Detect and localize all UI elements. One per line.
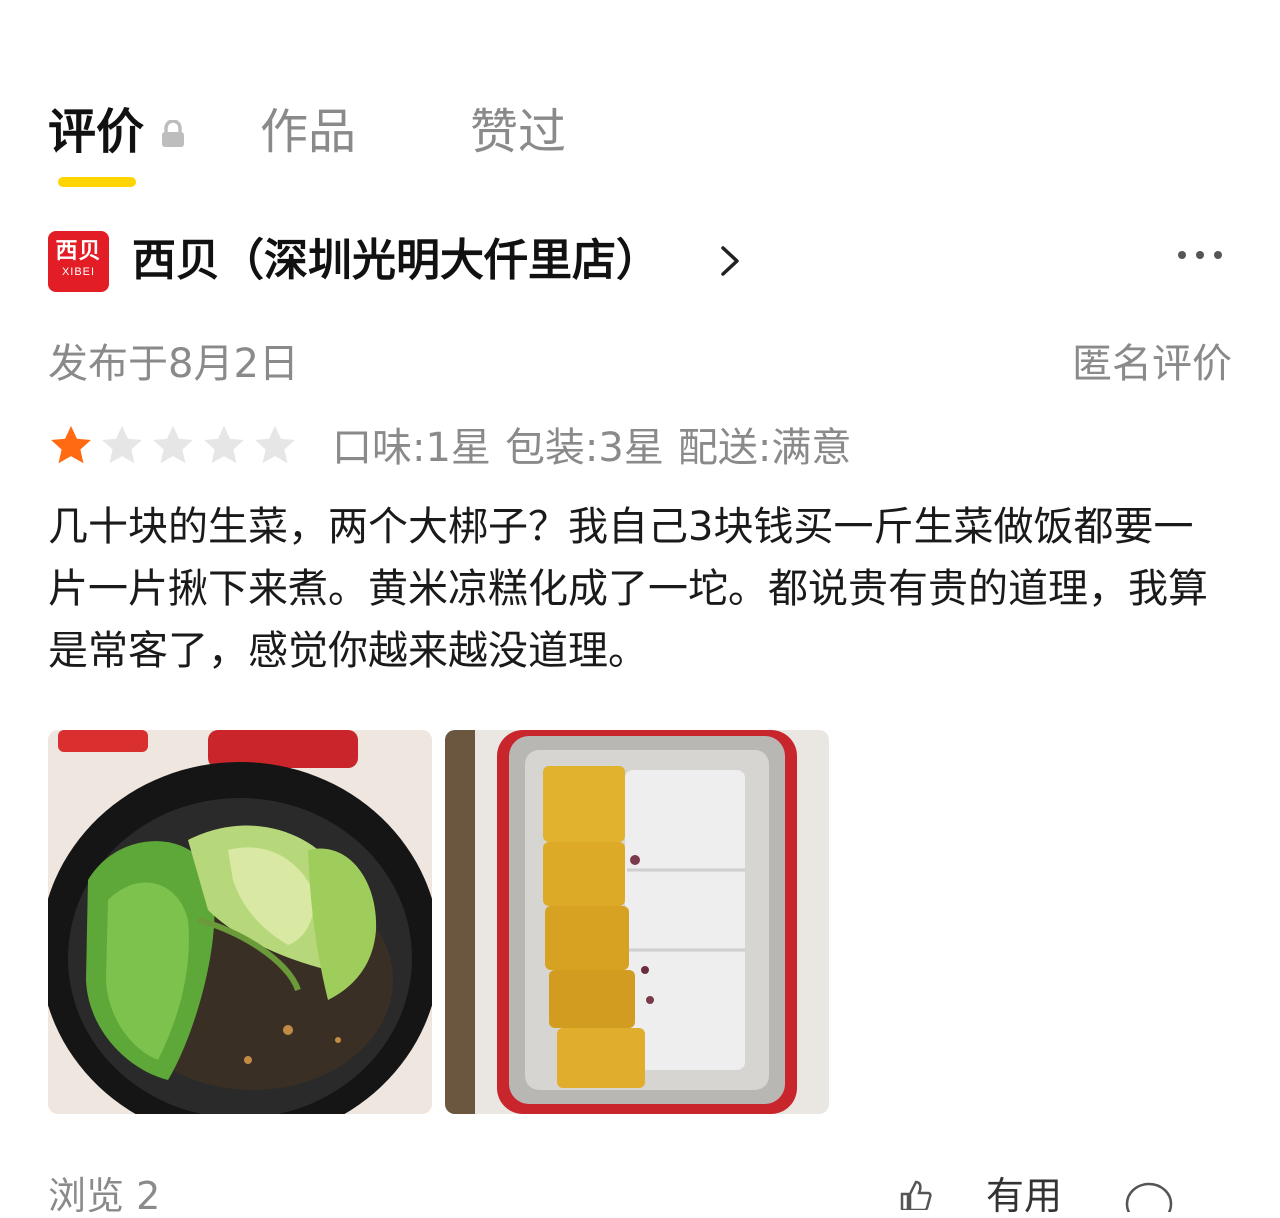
tab-reviews[interactable]: 评价 xyxy=(48,100,144,164)
tab-reviews-label: 评价 xyxy=(48,104,145,160)
store-logo-subtext: XIBEI xyxy=(61,266,96,278)
tab-works[interactable]: 作品 xyxy=(260,100,356,164)
profile-tabs: 评价 作品 赞过 xyxy=(48,100,1232,190)
review-photo-lettuce[interactable] xyxy=(48,730,432,1114)
view-count: 浏览 2 xyxy=(48,1174,161,1218)
comment-icon[interactable] xyxy=(1122,1182,1176,1212)
more-dots-icon[interactable] xyxy=(1176,245,1224,265)
millet-cake-image xyxy=(445,730,829,1114)
chevron-right-icon[interactable] xyxy=(716,244,744,278)
rating-row: 口味:1星 包装:3星 配送:满意 xyxy=(48,418,1232,478)
store-logo[interactable]: 西贝 XIBEI xyxy=(48,231,109,292)
review-text: 几十块的生菜，两个大梆子？我自己3块钱买一斤生菜做饭都要一片一片揪下来煮。黄米凉… xyxy=(48,504,1208,674)
taste-rating: 口味:1星 xyxy=(332,425,491,471)
star-empty-icon xyxy=(201,423,247,469)
store-header: 西贝 XIBEI 西贝（深圳光明大仟里店） xyxy=(48,228,1232,294)
review-photo-millet-cake[interactable] xyxy=(445,730,829,1114)
lock-icon xyxy=(162,120,184,147)
delivery-rating: 配送:满意 xyxy=(677,425,852,471)
active-tab-indicator xyxy=(58,177,136,187)
review-meta: 发布于8月2日 匿名评价 xyxy=(48,334,1232,394)
tab-liked-label: 赞过 xyxy=(470,104,567,160)
publish-date: 发布于8月2日 xyxy=(48,341,299,387)
star-empty-icon xyxy=(252,423,298,469)
star-filled-icon xyxy=(48,423,94,469)
lettuce-soup-image xyxy=(48,730,432,1114)
review-footer: 浏览 2 有用 xyxy=(48,1170,1232,1216)
anonymous-review-label: 匿名评价 xyxy=(1072,341,1232,387)
sub-ratings: 口味:1星 包装:3星 配送:满意 xyxy=(332,418,865,478)
tab-works-label: 作品 xyxy=(260,104,357,160)
tab-liked[interactable]: 赞过 xyxy=(470,100,566,164)
useful-button-label[interactable]: 有用 xyxy=(986,1176,1062,1216)
star-empty-icon xyxy=(150,423,196,469)
store-name-link[interactable]: 西贝（深圳光明大仟里店） xyxy=(132,228,660,294)
thumbs-up-icon[interactable] xyxy=(898,1180,932,1210)
store-logo-text: 西贝 xyxy=(55,239,102,264)
packaging-rating: 包装:3星 xyxy=(504,425,664,471)
star-empty-icon xyxy=(99,423,145,469)
